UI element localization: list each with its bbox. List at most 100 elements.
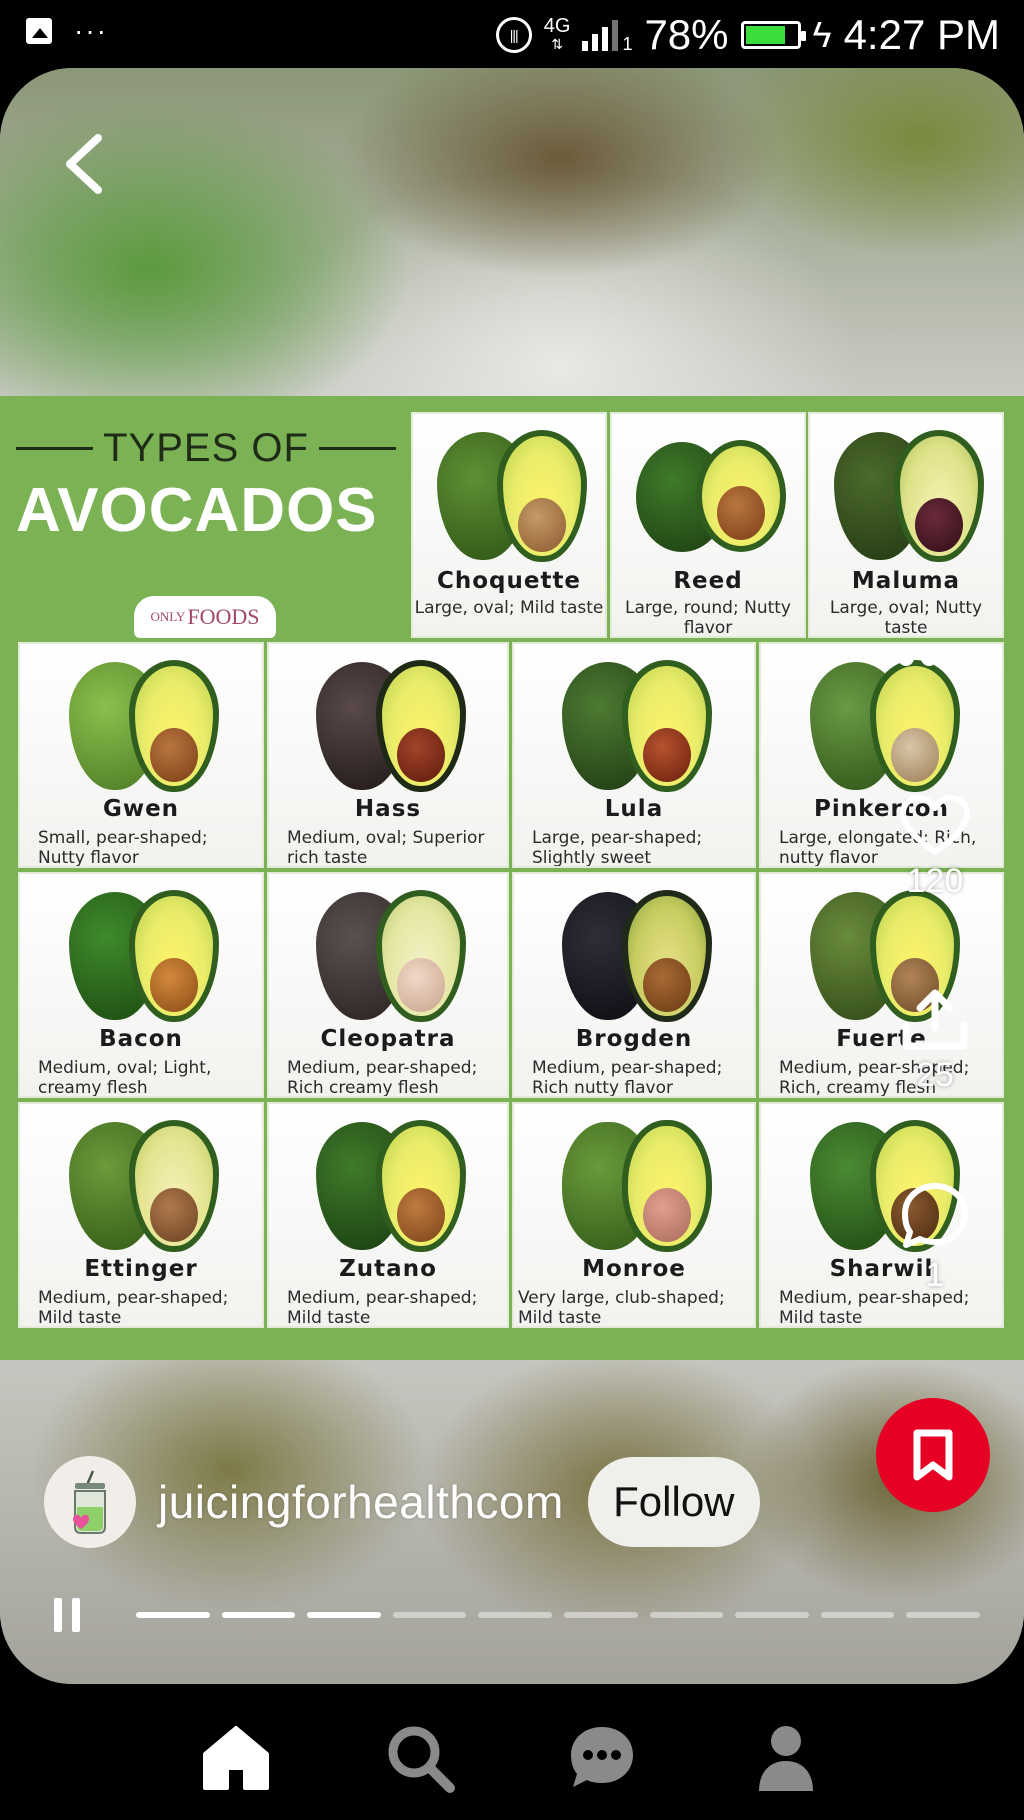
variety-card-cleopatra: Cleopatra Medium, pear-shaped; Rich crea… bbox=[267, 872, 509, 1098]
avocado-infographic[interactable]: TYPES OF AVOCADOS ONLY FOODS Choquette La… bbox=[0, 396, 1024, 1360]
status-bar: ··· ||| 4G ⇅ 1 78% ϟ 4:27 PM bbox=[0, 0, 1024, 68]
avocado-illustration bbox=[544, 1114, 724, 1254]
variety-name: Ettinger bbox=[84, 1256, 198, 1282]
pause-button[interactable] bbox=[54, 1598, 80, 1632]
avocado-illustration bbox=[792, 654, 972, 794]
variety-card-maluma: Maluma Large, oval; Nutty taste bbox=[808, 412, 1004, 638]
avocado-illustration bbox=[816, 424, 996, 564]
nav-messages[interactable] bbox=[562, 1718, 642, 1798]
heart-icon bbox=[900, 795, 970, 855]
variety-name: Zutano bbox=[339, 1256, 437, 1282]
pause-icon-bar bbox=[72, 1598, 80, 1632]
avocado-illustration bbox=[298, 654, 478, 794]
back-button[interactable] bbox=[56, 124, 112, 204]
progress-segment bbox=[136, 1612, 210, 1618]
avocado-illustration bbox=[544, 884, 724, 1024]
avocado-illustration bbox=[298, 1114, 478, 1254]
variety-name: Lula bbox=[604, 796, 664, 822]
comment-icon bbox=[902, 1183, 968, 1248]
variety-description: Medium, pear-shaped; Rich nutty flavor bbox=[532, 1058, 723, 1098]
variety-card-gwen: Gwen Small, pear-shaped; Nutty flavor bbox=[18, 642, 264, 868]
avocado-illustration bbox=[419, 424, 599, 564]
avocado-illustration bbox=[51, 654, 231, 794]
gallery-notification-icon bbox=[26, 18, 52, 44]
vibrate-icon: ||| bbox=[495, 17, 532, 53]
nav-profile[interactable] bbox=[746, 1718, 826, 1798]
infographic-title: TYPES OF AVOCADOS bbox=[16, 426, 396, 546]
comment-count: 1 bbox=[925, 1256, 945, 1294]
variety-name: Bacon bbox=[99, 1026, 183, 1052]
variety-card-reed: Reed Large, round; Nutty flavor bbox=[610, 412, 806, 638]
like-button[interactable]: 120 bbox=[880, 794, 990, 901]
variety-description: Large, oval; Mild taste bbox=[414, 598, 604, 618]
variety-card-choquette: Choquette Large, oval; Mild taste bbox=[411, 412, 607, 638]
variety-card-bacon: Bacon Medium, oval; Light, creamy flesh bbox=[18, 872, 264, 1098]
more-dot-icon bbox=[898, 650, 914, 666]
bottom-nav bbox=[0, 1684, 1024, 1820]
progress-segment bbox=[820, 1612, 895, 1618]
sim-label: 1 bbox=[622, 33, 633, 54]
more-options-button[interactable] bbox=[898, 650, 960, 666]
messages-icon bbox=[571, 1727, 633, 1787]
save-button[interactable] bbox=[876, 1398, 990, 1512]
progress-segment bbox=[735, 1612, 809, 1618]
share-icon bbox=[902, 989, 968, 1050]
variety-name: Reed bbox=[673, 568, 743, 594]
avocado-illustration bbox=[298, 884, 478, 1024]
more-dot-icon bbox=[921, 650, 937, 666]
variety-description: Medium, pear-shaped; Mild taste bbox=[38, 1288, 229, 1328]
battery-percent: 78% bbox=[644, 11, 729, 58]
more-dot-icon bbox=[944, 650, 960, 666]
share-count: 25 bbox=[916, 1056, 954, 1094]
onlyfoods-logo: ONLY FOODS bbox=[134, 596, 276, 638]
creator-name[interactable]: juicingforhealthcom bbox=[158, 1475, 564, 1529]
pin-card[interactable]: TYPES OF AVOCADOS ONLY FOODS Choquette La… bbox=[0, 68, 1024, 1684]
creator-avatar[interactable] bbox=[44, 1456, 136, 1548]
variety-name: Hass bbox=[354, 796, 422, 822]
progress-segment bbox=[392, 1612, 467, 1618]
variety-description: Small, pear-shaped; Nutty flavor bbox=[38, 828, 208, 868]
heading-types-of: TYPES OF bbox=[103, 426, 309, 470]
profile-icon bbox=[759, 1726, 813, 1791]
signal-icon bbox=[582, 19, 619, 51]
variety-name: Gwen bbox=[102, 796, 180, 822]
avocado-illustration bbox=[544, 654, 724, 794]
follow-button[interactable]: Follow bbox=[587, 1457, 760, 1547]
blurred-background-top bbox=[0, 68, 1024, 396]
variety-name: Maluma bbox=[851, 568, 961, 594]
battery-icon bbox=[740, 21, 806, 49]
variety-card-hass: Hass Medium, oval; Superior rich taste bbox=[267, 642, 509, 868]
search-icon bbox=[388, 1726, 455, 1793]
network-type: 4G ⇅ bbox=[543, 15, 571, 52]
progress-segment bbox=[478, 1612, 552, 1618]
creator-row: juicingforhealthcom Follow bbox=[44, 1456, 760, 1548]
progress-segment bbox=[649, 1612, 724, 1618]
variety-name: Choquette bbox=[436, 568, 582, 594]
variety-card-lula: Lula Large, pear-shaped; Slightly sweet bbox=[512, 642, 756, 868]
variety-description: Medium, oval; Light, creamy flesh bbox=[38, 1058, 212, 1098]
clock: 4:27 PM bbox=[843, 11, 1000, 58]
comment-button[interactable]: 1 bbox=[880, 1180, 990, 1295]
variety-card-zutano: Zutano Medium, pear-shaped; Mild taste bbox=[267, 1102, 509, 1328]
progress-segment bbox=[906, 1612, 980, 1618]
variety-description: Medium, pear-shaped; Mild taste bbox=[287, 1288, 478, 1328]
juice-jar-icon bbox=[73, 1470, 106, 1534]
nav-search[interactable] bbox=[380, 1718, 460, 1798]
share-button[interactable]: 25 bbox=[880, 988, 990, 1095]
variety-card-monroe: Monroe Very large, club-shaped; Mild tas… bbox=[512, 1102, 756, 1328]
charging-icon: ϟ bbox=[812, 14, 832, 55]
variety-description: Large, oval; Nutty taste bbox=[829, 598, 983, 638]
variety-description: Medium, oval; Superior rich taste bbox=[287, 828, 485, 868]
heading-avocados: AVOCADOS bbox=[16, 476, 378, 545]
back-arrow-icon bbox=[66, 134, 102, 194]
nav-home[interactable] bbox=[196, 1718, 276, 1798]
variety-description: Very large, club-shaped; Mild taste bbox=[518, 1288, 725, 1328]
pause-icon bbox=[54, 1598, 62, 1632]
more-notifications-icon: ··· bbox=[74, 15, 108, 46]
variety-name: Monroe bbox=[582, 1256, 686, 1282]
progress-segment bbox=[307, 1612, 381, 1618]
variety-description: Large, round; Nutty flavor bbox=[624, 598, 791, 638]
variety-description: Large, pear-shaped; Slightly sweet bbox=[532, 828, 703, 868]
variety-name: Brogden bbox=[575, 1026, 693, 1052]
story-progress-bar[interactable] bbox=[136, 1612, 980, 1618]
